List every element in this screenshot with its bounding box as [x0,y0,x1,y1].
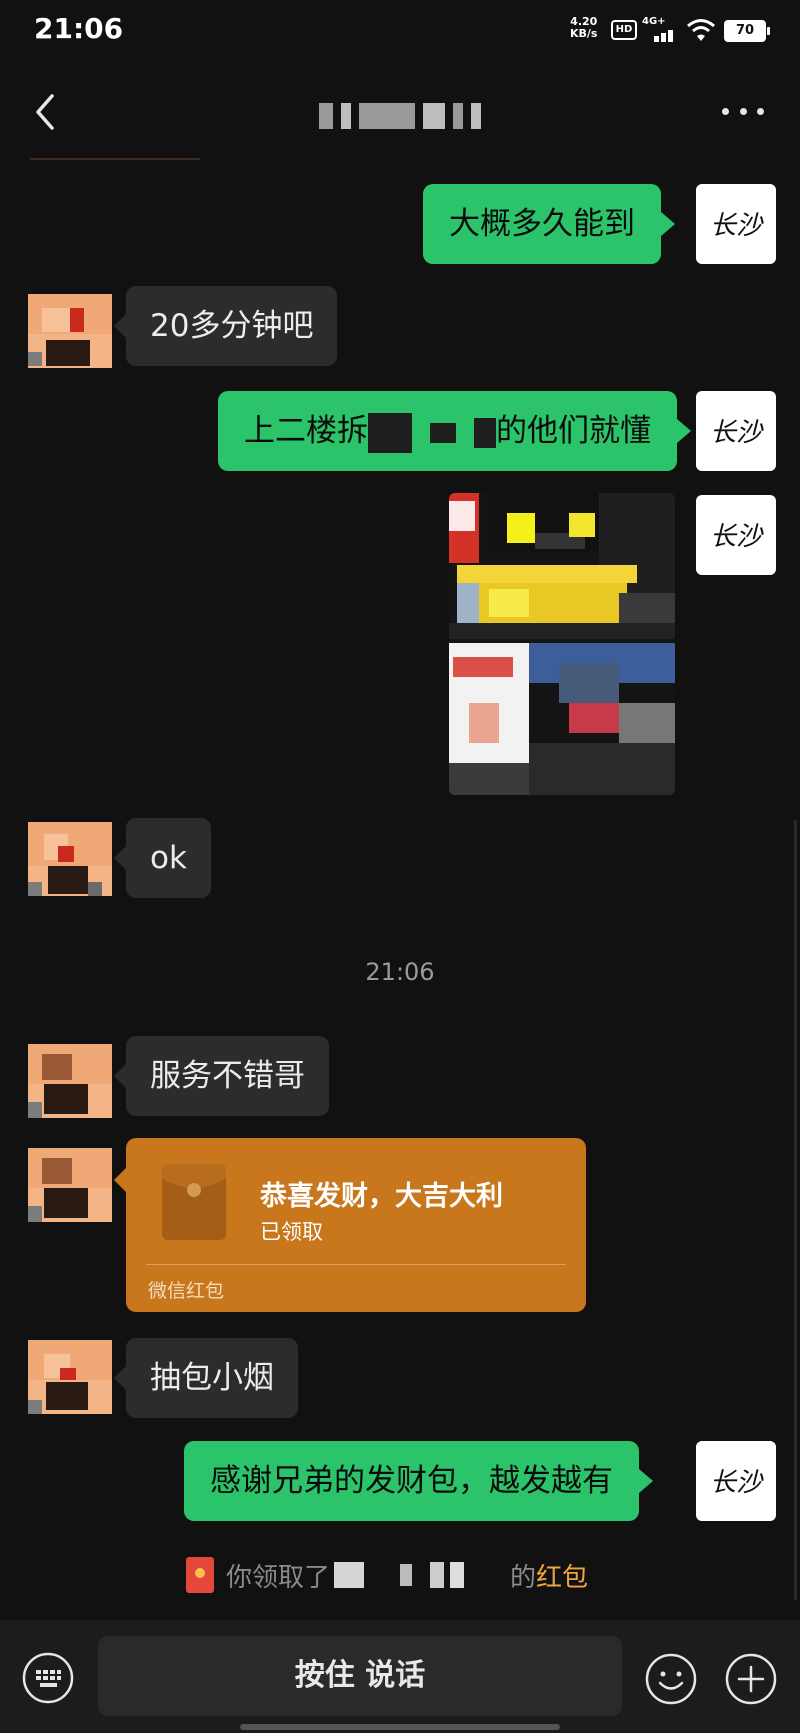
my-avatar[interactable]: 长沙 [696,495,776,575]
scrollbar[interactable] [794,820,797,1600]
message-bubble-incoming[interactable]: ok [114,818,211,898]
timestamp-divider: 21:06 [365,958,435,986]
home-indicator[interactable] [240,1724,560,1730]
scrolled-message-remnant [30,158,200,160]
wifi-icon [687,19,715,41]
emoji-icon[interactable] [644,1652,698,1706]
contact-avatar[interactable] [28,1148,112,1222]
cell-signal-icon: 4G+ [642,16,678,44]
divider [146,1264,566,1265]
red-packet-title: 恭喜发财，大吉大利 [260,1181,503,1212]
message-image[interactable] [449,493,675,795]
battery-icon: 70 [724,20,770,42]
message-bubble-incoming[interactable]: 抽包小烟 [114,1338,298,1418]
redaction [474,417,496,448]
hd-icon: HD [611,20,637,40]
keyboard-icon[interactable] [22,1652,74,1704]
status-clock: 21:06 [34,12,124,45]
svg-text:长沙: 长沙 [710,1468,764,1498]
svg-text:长沙: 长沙 [710,522,764,552]
contact-avatar[interactable] [28,1044,112,1118]
redaction [430,1562,445,1588]
plus-icon[interactable] [724,1652,778,1706]
redaction [334,1562,365,1588]
contact-avatar[interactable] [28,822,112,896]
my-avatar[interactable]: 长沙 [696,184,776,264]
contact-avatar[interactable] [28,294,112,368]
hold-to-talk-button[interactable]: 按住 说话 [98,1636,622,1716]
svg-text:长沙: 长沙 [710,211,764,241]
red-packet-message[interactable]: 恭喜发财，大吉大利 已领取 微信红包 [114,1138,586,1312]
chevron-left-icon[interactable] [30,92,60,132]
message-bubble-outgoing[interactable]: 感谢兄弟的发财包，越发越有 [184,1441,653,1521]
message-bubble-outgoing[interactable]: 上二楼拆 的他们就懂 [218,391,691,471]
message-bubble-incoming[interactable]: 服务不错哥 [114,1036,329,1116]
red-packet-icon [186,1557,214,1593]
red-packet-status: 已领取 [260,1220,323,1244]
message-bubble-incoming[interactable]: 20多分钟吧 [113,286,338,366]
redaction [430,422,456,443]
red-packet-footer: 微信红包 [148,1280,225,1302]
more-dots-icon[interactable] [722,108,764,118]
chat-header [0,70,800,160]
svg-text:长沙: 长沙 [710,418,764,448]
contact-avatar[interactable] [28,1340,112,1414]
my-avatar[interactable]: 长沙 [696,391,776,471]
system-notice: 你领取了 的 红包 [186,1555,588,1595]
chat-title-redacted [280,102,520,130]
input-bar: 按住 说话 [0,1620,800,1733]
red-packet-link[interactable]: 红包 [536,1557,588,1594]
my-avatar[interactable]: 长沙 [696,1441,776,1521]
redaction [450,1562,465,1588]
redaction [400,1564,413,1586]
red-packet-icon [162,1164,226,1240]
status-bar: 21:06 4.20 KB/s HD 4G+ 70 [0,0,800,64]
redaction [368,412,412,453]
message-bubble-outgoing[interactable]: 大概多久能到 [423,184,675,264]
network-speed: 4.20 KB/s [570,15,598,40]
